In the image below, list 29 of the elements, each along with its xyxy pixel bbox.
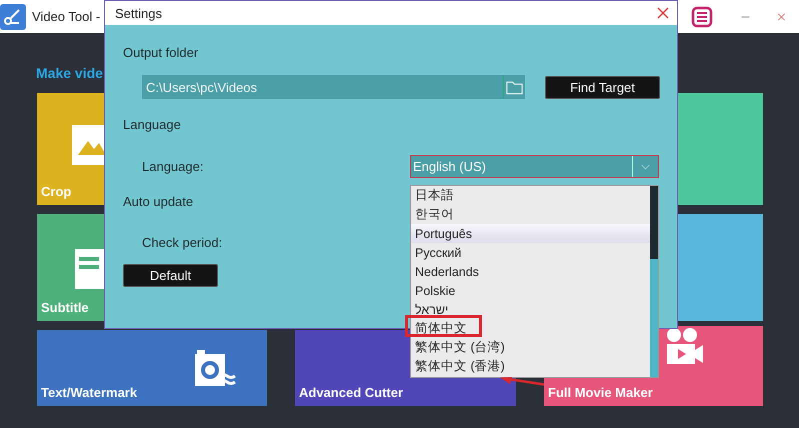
app-title: Video Tool - (32, 9, 100, 24)
language-option[interactable]: 한국어 (411, 205, 650, 224)
language-option[interactable]: Polskie (411, 281, 650, 300)
tile-label: Crop (41, 184, 72, 199)
tile-label: Subtitle (41, 300, 89, 315)
dialog-title: Settings (115, 6, 163, 20)
menu-icon[interactable] (691, 6, 713, 28)
language-option[interactable]: Русский (411, 243, 650, 262)
section-heading: Language (123, 117, 181, 134)
field-label: Check period: (142, 234, 224, 250)
path-value: C:\Users\pc\Videos (145, 80, 258, 94)
tile-label: Text/Watermark (41, 385, 138, 400)
tile-label: Full Movie Maker (548, 385, 653, 400)
tile-label: Advanced Cutter (299, 385, 404, 400)
dropdown-value: English (US) (412, 158, 487, 174)
close-icon[interactable] (657, 7, 669, 19)
language-option[interactable]: 日本語 (411, 186, 650, 205)
language-option[interactable]: Português (411, 224, 650, 243)
section-heading: Output folder (123, 45, 198, 62)
tool-tile[interactable]: Text/Watermark (37, 330, 267, 406)
field-label: Language: (142, 158, 204, 174)
find-target-button[interactable]: Find Target (545, 76, 660, 98)
language-option[interactable]: Nederlands (411, 262, 650, 281)
section-heading: Make vide (36, 65, 103, 81)
default-button[interactable]: Default (123, 264, 218, 287)
language-option[interactable]: ישראל (411, 300, 650, 319)
folder-icon[interactable] (503, 75, 525, 99)
section-heading: Auto update (123, 194, 194, 211)
pointer-arrow (500, 377, 544, 386)
